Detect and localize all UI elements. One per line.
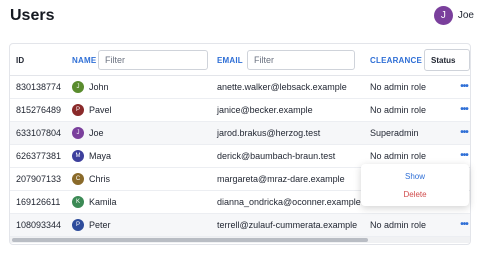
user-id: 207907133 [16, 174, 62, 184]
table-header: ID NAME EMAIL CLEARANCE Status [10, 44, 470, 76]
name-filter-input[interactable] [98, 50, 208, 70]
table-row[interactable]: 815276489 P Pavel janice@becker.example No a… [10, 99, 470, 122]
scrollbar-thumb[interactable] [12, 238, 368, 242]
user-clearance: Superadmin [370, 128, 419, 138]
more-horizontal-icon[interactable]: ••• [458, 102, 470, 116]
user-clearance: No admin role [370, 220, 427, 230]
avatar: M [72, 150, 84, 162]
user-name: Pavel [89, 105, 112, 115]
user-name: Chris [89, 174, 111, 184]
column-header-status[interactable]: Status [424, 49, 470, 71]
user-menu[interactable]: J Joe [433, 6, 474, 25]
avatar: C [72, 173, 84, 185]
users-table: ID NAME EMAIL CLEARANCE Status 830138774… [9, 43, 471, 245]
page-title: Users [10, 7, 55, 24]
user-name-cell: C Chris [72, 168, 110, 190]
user-name: Joe [89, 128, 104, 138]
email-filter-input[interactable] [247, 50, 355, 70]
column-header-email[interactable]: EMAIL [217, 44, 243, 76]
user-name-cell: J Joe [72, 122, 104, 144]
user-id: 108093344 [16, 220, 62, 230]
column-header-name[interactable]: NAME [72, 44, 96, 76]
horizontal-scrollbar[interactable] [10, 237, 470, 243]
row-context-menu: Show Delete [361, 164, 469, 206]
delete-menu-item[interactable]: Delete [361, 185, 469, 203]
column-header-id[interactable]: ID [16, 44, 24, 76]
column-header-clearance[interactable]: CLEARANCE [370, 44, 422, 76]
avatar: J [72, 127, 84, 139]
more-horizontal-icon[interactable]: ••• [458, 79, 470, 93]
user-clearance: No admin role [370, 105, 427, 115]
user-name: Maya [89, 151, 112, 161]
avatar: P [72, 219, 84, 231]
user-name-cell: J John [72, 76, 109, 98]
user-clearance: No admin role [370, 82, 427, 92]
user-id: 169126611 [16, 197, 61, 207]
user-name[interactable]: Joe [458, 10, 474, 21]
user-name-cell: M Maya [72, 145, 111, 167]
user-email: anette.walker@lebsack.example [217, 82, 347, 92]
user-name-cell: P Peter [72, 214, 111, 236]
user-email: margareta@mraz-dare.example [217, 174, 345, 184]
more-horizontal-icon[interactable]: ••• [458, 148, 470, 162]
user-id: 815276489 [16, 105, 62, 115]
more-horizontal-icon[interactable]: ••• [458, 217, 470, 231]
user-name-cell: K Kamila [72, 191, 117, 213]
table-row[interactable]: 830138774 J John anette.walker@lebsack.exam… [10, 76, 470, 99]
user-email: dianna_ondricka@oconner.example [217, 197, 361, 207]
more-horizontal-icon[interactable]: ••• [458, 125, 470, 139]
avatar: J [72, 81, 84, 93]
user-email: jarod.brakus@herzog.test [217, 128, 321, 138]
avatar[interactable]: J [433, 6, 453, 25]
user-name: Peter [89, 220, 111, 230]
user-email: janice@becker.example [217, 105, 313, 115]
user-name: John [89, 82, 109, 92]
page-header: Users J Joe [0, 0, 480, 36]
avatar: P [72, 104, 84, 116]
user-id: 633107804 [16, 128, 62, 138]
user-name-cell: P Pavel [72, 99, 112, 121]
avatar: K [72, 196, 84, 208]
table-row[interactable]: 108093344 P Peter terrell@zulauf-cummerata.… [10, 214, 470, 237]
user-email: derick@baumbach-braun.test [217, 151, 336, 161]
show-menu-item[interactable]: Show [361, 167, 469, 185]
user-name: Kamila [89, 197, 117, 207]
table-row[interactable]: 633107804 J Joe jarod.brakus@herzog.test Sup… [10, 122, 470, 145]
user-id: 830138774 [16, 82, 62, 92]
user-id: 626377381 [16, 151, 62, 161]
user-email: terrell@zulauf-cummerata.example [217, 220, 358, 230]
